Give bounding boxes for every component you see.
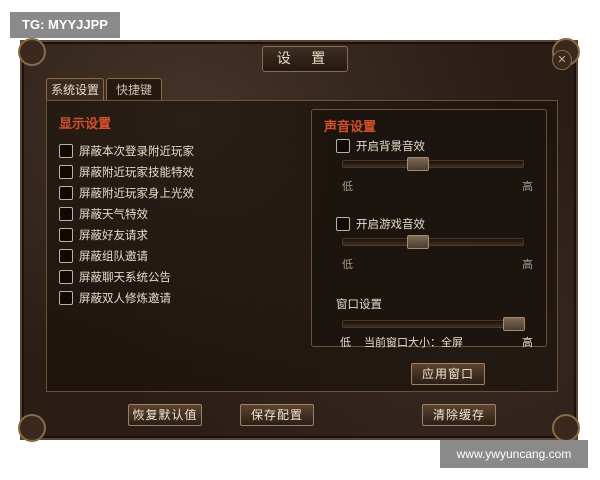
range-high-label: 高 bbox=[522, 336, 533, 349]
option-hide-weather[interactable]: 屏蔽天气特效 bbox=[59, 203, 299, 224]
checkbox[interactable] bbox=[59, 206, 73, 221]
option-label: 屏蔽双人修炼邀请 bbox=[79, 290, 171, 305]
option-label: 开启背景音效 bbox=[356, 139, 425, 153]
option-hide-chat-announcements[interactable]: 屏蔽聊天系统公告 bbox=[59, 266, 299, 287]
slider-handle[interactable] bbox=[503, 317, 525, 331]
corner-ornament-icon bbox=[18, 38, 46, 66]
corner-ornament-icon bbox=[18, 414, 46, 442]
option-label: 屏蔽聊天系统公告 bbox=[79, 269, 171, 284]
option-label: 屏蔽好友请求 bbox=[79, 227, 148, 242]
sound-settings-panel: 声音设置 开启背景音效 低 高 开启游戏音效 低 高 窗口设置 低 当前窗口大小… bbox=[311, 109, 547, 349]
range-high-label: 高 bbox=[522, 258, 533, 271]
sound-settings-title: 声音设置 bbox=[324, 120, 377, 135]
apply-window-button[interactable]: 应用窗口 bbox=[411, 363, 485, 385]
site-watermark: www.ywyuncang.com bbox=[440, 440, 588, 468]
option-label: 屏蔽天气特效 bbox=[79, 206, 148, 221]
option-label: 开启游戏音效 bbox=[356, 217, 425, 231]
checkbox[interactable] bbox=[59, 248, 73, 263]
bgm-volume-slider[interactable] bbox=[342, 157, 524, 171]
toggle-game-sfx[interactable]: 开启游戏音效 bbox=[336, 216, 425, 232]
slider-handle[interactable] bbox=[407, 157, 429, 171]
option-hide-nearby-players[interactable]: 屏蔽本次登录附近玩家 bbox=[59, 140, 299, 161]
display-settings-title: 显示设置 bbox=[59, 117, 112, 132]
checkbox[interactable] bbox=[336, 139, 350, 153]
display-settings-section: 显示设置 屏蔽本次登录附近玩家 屏蔽附近玩家技能特效 屏蔽附近玩家身上光效 屏蔽… bbox=[59, 113, 299, 308]
window-title: 设 置 bbox=[262, 46, 348, 72]
range-high-label: 高 bbox=[522, 180, 533, 193]
option-block-team-invites[interactable]: 屏蔽组队邀请 bbox=[59, 245, 299, 266]
checkbox[interactable] bbox=[336, 217, 350, 231]
tab-system-settings[interactable]: 系统设置 bbox=[46, 78, 104, 101]
option-hide-player-aura[interactable]: 屏蔽附近玩家身上光效 bbox=[59, 182, 299, 203]
option-label: 屏蔽附近玩家技能特效 bbox=[79, 164, 194, 179]
current-window-size: 当前窗口大小：全屏 bbox=[364, 336, 463, 349]
save-config-button[interactable]: 保存配置 bbox=[240, 404, 314, 426]
checkbox[interactable] bbox=[59, 227, 73, 242]
toggle-background-music[interactable]: 开启背景音效 bbox=[336, 138, 425, 154]
corner-ornament-icon bbox=[552, 414, 580, 442]
settings-window: 设 置 ✕ 系统设置 快捷键 显示设置 屏蔽本次登录附近玩家 屏蔽附近玩家技能特… bbox=[18, 38, 580, 442]
settings-content-panel: 显示设置 屏蔽本次登录附近玩家 屏蔽附近玩家技能特效 屏蔽附近玩家身上光效 屏蔽… bbox=[46, 100, 558, 392]
checkbox[interactable] bbox=[59, 185, 73, 200]
checkbox[interactable] bbox=[59, 164, 73, 179]
sfx-volume-slider[interactable] bbox=[342, 235, 524, 249]
checkbox[interactable] bbox=[59, 143, 73, 158]
restore-default-button[interactable]: 恢复默认值 bbox=[128, 404, 202, 426]
checkbox[interactable] bbox=[59, 269, 73, 284]
window-settings-label: 窗口设置 bbox=[336, 297, 382, 311]
range-low-label: 低 bbox=[342, 180, 353, 193]
range-low-label: 低 bbox=[340, 336, 351, 349]
clear-cache-button[interactable]: 清除缓存 bbox=[422, 404, 496, 426]
option-label: 屏蔽组队邀请 bbox=[79, 248, 148, 263]
window-size-slider[interactable] bbox=[342, 317, 525, 331]
option-label: 屏蔽附近玩家身上光效 bbox=[79, 185, 194, 200]
checkbox[interactable] bbox=[59, 290, 73, 305]
option-block-friend-requests[interactable]: 屏蔽好友请求 bbox=[59, 224, 299, 245]
slider-handle[interactable] bbox=[407, 235, 429, 249]
close-icon[interactable]: ✕ bbox=[552, 50, 572, 70]
option-hide-player-skill-effects[interactable]: 屏蔽附近玩家技能特效 bbox=[59, 161, 299, 182]
range-low-label: 低 bbox=[342, 258, 353, 271]
option-block-dual-cultivation[interactable]: 屏蔽双人修炼邀请 bbox=[59, 287, 299, 308]
option-label: 屏蔽本次登录附近玩家 bbox=[79, 143, 194, 158]
tab-hotkeys[interactable]: 快捷键 bbox=[106, 78, 162, 101]
telegram-watermark: TG: MYYJJPP bbox=[10, 12, 120, 38]
